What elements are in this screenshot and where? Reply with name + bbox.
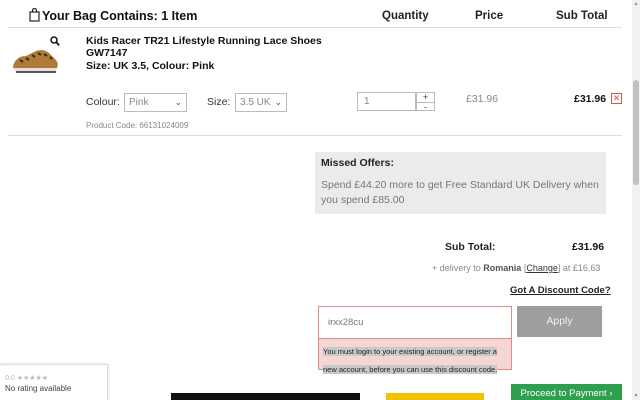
quantity-increase-button[interactable]: +: [417, 93, 434, 102]
chevron-down-icon: ⌄: [274, 97, 282, 107]
missed-offers-title: Missed Offers:: [321, 157, 394, 169]
rating-widget[interactable]: 0.0 ★★★★★ No rating available: [0, 364, 108, 400]
quantity-decrease-button[interactable]: -: [417, 102, 434, 112]
scroll-down-arrow-icon[interactable]: ▼: [633, 393, 639, 399]
discount-code-input[interactable]: irxx28cu: [318, 306, 512, 339]
colour-label: Colour:: [86, 96, 120, 108]
discount-error-message: You must login to your existing account,…: [318, 339, 512, 374]
delivery-info: + delivery to Romania [Change] at £16.63: [432, 263, 601, 273]
apply-discount-button[interactable]: Apply: [517, 306, 602, 337]
rating-stars: 0.0 ★★★★★: [5, 374, 48, 382]
discount-error-text: You must login to your existing account,…: [323, 347, 498, 374]
delivery-cost: at £16.63: [562, 263, 601, 273]
shopping-bag-icon: [29, 8, 40, 22]
quantity-input[interactable]: 1: [357, 92, 416, 111]
rating-text: No rating available: [5, 384, 72, 393]
checkout-black-button[interactable]: [171, 393, 360, 400]
product-code: Product Code: 66131024009: [86, 121, 189, 130]
colour-select[interactable]: Pink ⌄: [124, 93, 187, 112]
rating-score: 0.0: [5, 375, 15, 382]
subtotal-value: £31.96: [572, 241, 605, 253]
scrollbar[interactable]: ▲ ▼: [632, 0, 640, 400]
search-zoom-icon[interactable]: [50, 36, 60, 46]
quantity-column-header: Quantity: [382, 10, 429, 22]
scroll-up-arrow-icon[interactable]: ▲: [633, 1, 639, 7]
quantity-stepper[interactable]: + -: [416, 92, 435, 112]
size-label: Size:: [207, 96, 231, 108]
checkout-yellow-button[interactable]: [386, 393, 484, 400]
product-size-colour: Size: UK 3.5, Colour: Pink: [86, 60, 215, 72]
scroll-thumb[interactable]: [633, 80, 639, 185]
divider: [8, 135, 622, 136]
subtotal-label: Sub Total:: [445, 241, 496, 253]
remove-item-close-icon[interactable]: ✕: [611, 93, 622, 104]
bag-header: Your Bag Contains: 1 Item Quantity Price…: [8, 4, 622, 28]
item-price: £31.96: [466, 93, 499, 105]
item-subtotal: £31.96: [574, 93, 607, 105]
shopping-bag-page: Your Bag Contains: 1 Item Quantity Price…: [0, 0, 640, 400]
missed-offers-text: Spend £44.20 more to get Free Standard U…: [321, 179, 599, 206]
size-select-value: 3.5 UK: [240, 97, 271, 108]
colour-select-value: Pink: [129, 97, 149, 108]
star-icon: ★★★★★: [16, 375, 49, 382]
discount-code-link[interactable]: Got A Discount Code?: [510, 285, 611, 296]
bag-title: Your Bag Contains: 1 Item: [42, 9, 198, 23]
product-name[interactable]: Kids Racer TR21 Lifestyle Running Lace S…: [86, 35, 326, 59]
change-country-link[interactable]: Change: [526, 263, 558, 273]
delivery-country: Romania: [483, 263, 522, 273]
price-column-header: Price: [475, 10, 504, 22]
delivery-prefix: + delivery to: [432, 263, 481, 273]
missed-offers-panel: Missed Offers: Spend £44.20 more to get …: [315, 152, 606, 214]
product-image[interactable]: [10, 42, 60, 76]
size-select[interactable]: 3.5 UK ⌄: [235, 93, 287, 112]
proceed-to-payment-button[interactable]: Proceed to Payment ›: [511, 384, 622, 400]
chevron-down-icon: ⌄: [174, 97, 182, 107]
subtotal-column-header: Sub Total: [556, 10, 608, 22]
